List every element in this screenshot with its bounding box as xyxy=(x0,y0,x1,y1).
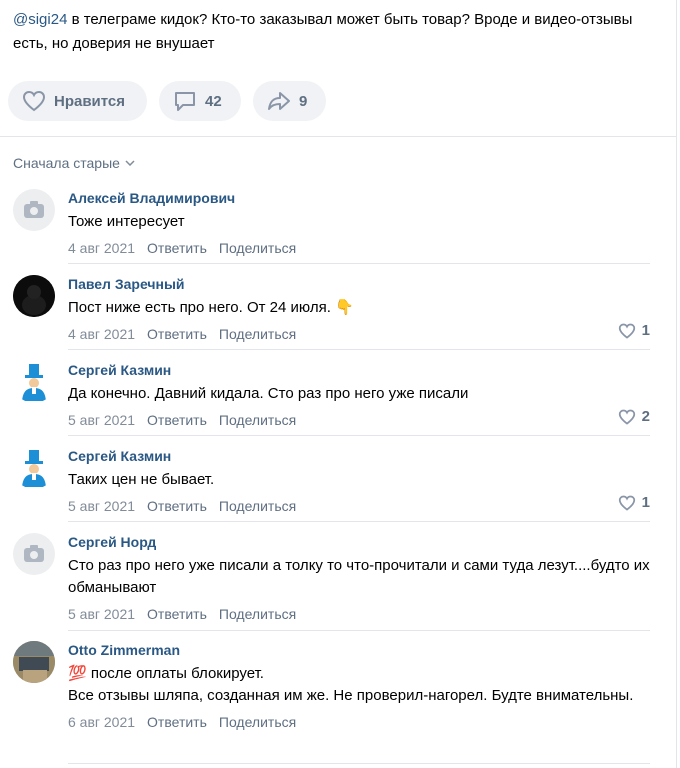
comment-divider xyxy=(68,263,650,264)
comment-author[interactable]: Алексей Владимирович xyxy=(68,189,653,207)
comment-author[interactable]: Сергей Казмин xyxy=(68,447,653,465)
comment-author[interactable]: Сергей Казмин xyxy=(68,361,653,379)
comment-date[interactable]: 6 авг 2021 xyxy=(68,714,135,730)
sort-dropdown[interactable]: Сначала старые xyxy=(13,155,135,171)
comment-like-button[interactable]: 1 xyxy=(618,322,650,339)
share-link[interactable]: Поделиться xyxy=(219,498,296,514)
comment-text-line: Все отзывы шляпа, созданная им же. Не пр… xyxy=(68,687,634,704)
avatar[interactable] xyxy=(13,275,55,317)
tophat-figure xyxy=(22,450,46,487)
reply-link[interactable]: Ответить xyxy=(147,606,207,622)
post-actions: Нравится 42 9 xyxy=(8,81,326,121)
comment-text: 💯 после оплаты блокирует. Все отзывы шля… xyxy=(68,663,653,707)
mention-link[interactable]: @sigi24 xyxy=(13,11,67,28)
comment-text: Таких цен не бывает. xyxy=(68,471,215,488)
avatar[interactable] xyxy=(13,189,55,231)
right-border xyxy=(676,0,677,768)
share-link[interactable]: Поделиться xyxy=(219,606,296,622)
photo xyxy=(13,641,55,683)
like-count: 1 xyxy=(641,322,650,339)
like-label: Нравится xyxy=(54,92,126,110)
comment-date[interactable]: 4 авг 2021 xyxy=(68,240,135,256)
like-count: 2 xyxy=(641,408,650,425)
comment-divider xyxy=(68,435,650,436)
comment-text: Да конечно. Давний кидала. Сто раз про н… xyxy=(68,385,469,402)
avatar[interactable] xyxy=(13,361,55,403)
share-link[interactable]: Поделиться xyxy=(219,240,296,256)
tophat-figure xyxy=(22,364,46,401)
reply-link[interactable]: Ответить xyxy=(147,498,207,514)
comment-text: Пост ниже есть про него. От 24 июля. 👇 xyxy=(68,299,354,316)
post-text: @sigi24 в телеграме кидок? Кто-то заказы… xyxy=(13,8,663,56)
comments-count: 42 xyxy=(205,92,222,110)
sort-label: Сначала старые xyxy=(13,155,120,171)
share-icon xyxy=(268,92,290,110)
share-button[interactable]: 9 xyxy=(253,81,326,121)
reply-link[interactable]: Ответить xyxy=(147,714,207,730)
post-body: в телеграме кидок? Кто-то заказывал може… xyxy=(13,11,633,52)
reply-link[interactable]: Ответить xyxy=(147,240,207,256)
dark-photo xyxy=(13,275,55,317)
like-button[interactable]: Нравится xyxy=(8,81,147,121)
like-count: 1 xyxy=(641,494,650,511)
comment-like-button[interactable]: 1 xyxy=(618,494,650,511)
comment-divider xyxy=(68,521,650,522)
reply-link[interactable]: Ответить xyxy=(147,412,207,428)
heart-icon xyxy=(618,323,635,339)
heart-icon xyxy=(618,409,635,425)
comments-button[interactable]: 42 xyxy=(159,81,241,121)
divider xyxy=(0,136,676,137)
avatar[interactable] xyxy=(13,533,55,575)
comment-divider xyxy=(68,630,650,631)
comment-author[interactable]: Сергей Норд xyxy=(68,533,653,551)
comment-date[interactable]: 5 авг 2021 xyxy=(68,412,135,428)
comment-author[interactable]: Otto Zimmerman xyxy=(68,641,653,659)
comment-text-line: 💯 после оплаты блокирует. xyxy=(68,665,264,682)
shares-count: 9 xyxy=(299,92,308,110)
chevron-down-icon xyxy=(125,160,135,166)
comment-date[interactable]: 5 авг 2021 xyxy=(68,498,135,514)
comment-divider xyxy=(68,763,650,764)
comment-like-button[interactable]: 2 xyxy=(618,408,650,425)
reply-link[interactable]: Ответить xyxy=(147,326,207,342)
camera-icon xyxy=(24,201,44,218)
comment-date[interactable]: 5 авг 2021 xyxy=(68,606,135,622)
share-link[interactable]: Поделиться xyxy=(219,714,296,730)
comment-author[interactable]: Павел Заречный xyxy=(68,275,653,293)
avatar[interactable] xyxy=(13,447,55,489)
comment-icon xyxy=(175,92,195,111)
comment-date[interactable]: 4 авг 2021 xyxy=(68,326,135,342)
share-link[interactable]: Поделиться xyxy=(219,412,296,428)
heart-icon xyxy=(22,90,46,112)
comment-text: Сто раз про него уже писали а толку то ч… xyxy=(68,557,650,596)
heart-icon xyxy=(618,495,635,511)
share-link[interactable]: Поделиться xyxy=(219,326,296,342)
avatar[interactable] xyxy=(13,641,55,683)
comment-text: Тоже интересует xyxy=(68,213,185,230)
comment-divider xyxy=(68,349,650,350)
camera-icon xyxy=(24,545,44,562)
